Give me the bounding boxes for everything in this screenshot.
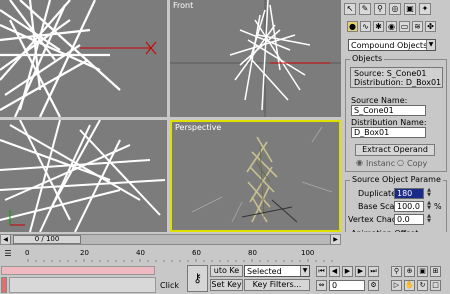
top-viewport[interactable] (0, 0, 167, 117)
hierarchy-tab-icon[interactable]: ⚲ (374, 3, 386, 15)
objects-rollout-title: Objects (350, 54, 385, 63)
time-slider-prev-icon[interactable]: ◀ (1, 235, 11, 244)
duplicates-field[interactable]: 180 (394, 188, 424, 199)
extract-operand-button[interactable]: Extract Operand (355, 144, 435, 156)
frame-counter: 0 / 100 (34, 235, 60, 243)
click-text: Click (160, 281, 180, 290)
source-name-field[interactable]: S_Cone01 (351, 105, 426, 116)
tick-label-0: 0 (25, 249, 30, 257)
time-config-icon[interactable]: ⚙ (368, 280, 379, 291)
source-name-label: Source Name: (351, 96, 408, 105)
maximize-viewport-icon[interactable]: □ (430, 280, 441, 291)
tick-label-20: 20 (80, 249, 89, 257)
set-key-button[interactable]: Set Key (210, 279, 243, 291)
create-tab-icon[interactable]: ↖ (344, 3, 356, 15)
source-params-title: Source Object Parame (350, 175, 443, 184)
selection-dropdown-value: Selected (247, 267, 282, 276)
percent-sign: % (434, 202, 442, 211)
track-bar[interactable]: ☰ 0 20 40 60 80 100 (0, 247, 341, 262)
helpers-icon[interactable]: ▭ (399, 21, 410, 32)
field-of-view-icon[interactable]: ▷ (391, 280, 402, 291)
tick-label-60: 60 (192, 249, 201, 257)
zoom-icon[interactable]: ⚲ (391, 266, 402, 277)
copy-label: Copy (407, 159, 428, 168)
command-panel: ↖ ✎ ⚲ ◎ ▣ ✦ ● ∿ ✱ ◉ ▭ ≋ ✤ Compound Objec… (341, 0, 450, 260)
front-viewport[interactable]: Front (170, 0, 341, 117)
zoom-extents-icon[interactable]: ▣ (417, 266, 428, 277)
utilities-tab-icon[interactable]: ✦ (419, 3, 431, 15)
spacewarps-icon[interactable]: ≋ (412, 21, 423, 32)
instance-radio[interactable]: ◉ (356, 158, 363, 167)
play-icon[interactable]: ▶ (342, 266, 353, 277)
duplicates-spinner[interactable]: ▲ ▼ (426, 188, 432, 199)
track-ruler (27, 259, 333, 262)
status-bar (0, 263, 156, 294)
maxscript-listener[interactable] (1, 277, 7, 293)
distribution-name-label: Distribution Name: (351, 118, 427, 127)
time-slider-next-icon[interactable]: ▶ (330, 235, 340, 244)
modify-tab-icon[interactable]: ✎ (359, 3, 371, 15)
zoom-extents-all-icon[interactable]: ⊞ (430, 266, 441, 277)
chevron-down-icon: ▼ (300, 266, 309, 276)
top-viewport-spikes (0, 0, 157, 117)
go-to-end-icon[interactable]: ⏭ (368, 266, 379, 277)
objects-rollout: Objects Source: S_Cone01 Distribution: D… (345, 54, 447, 172)
lights-icon[interactable]: ✱ (373, 21, 384, 32)
time-slider-thumb[interactable]: 0 / 100 (13, 235, 81, 244)
orbit-icon[interactable]: ↻ (417, 280, 428, 291)
base-scale-spinner[interactable]: ▲ ▼ (426, 201, 432, 212)
bottom-controls: ◀ 0 / 100 ▶ ☰ 0 20 40 60 80 100 Click ⚷ … (0, 232, 450, 294)
base-scale-field[interactable]: 100.0 (394, 201, 424, 212)
vertex-chaos-spinner[interactable]: ▲ ▼ (426, 214, 432, 225)
prompt-line (1, 266, 155, 275)
auto-key-button[interactable]: uto Ke (210, 265, 243, 277)
category-dropdown-value: Compound Objects (351, 41, 428, 50)
pan-icon[interactable]: ✋ (404, 280, 415, 291)
key-mode-icon[interactable]: ⇔ (316, 280, 327, 291)
previous-frame-icon[interactable]: ◀ (329, 266, 340, 277)
current-frame-field[interactable]: 0 (329, 280, 365, 291)
left-viewport-spikes (0, 120, 166, 232)
tick-label-80: 80 (248, 249, 257, 257)
status-line (9, 277, 156, 293)
perspective-viewport-spikes (191, 126, 333, 223)
key-lock-panel: Click (156, 263, 184, 294)
tick-label-100: 100 (301, 249, 315, 257)
chevron-down-icon: ▼ (426, 40, 435, 50)
cameras-icon[interactable]: ◉ (386, 21, 397, 32)
display-tab-icon[interactable]: ▣ (404, 3, 416, 15)
motion-tab-icon[interactable]: ◎ (389, 3, 401, 15)
vertex-chaos-field[interactable]: 0.0 (394, 214, 424, 225)
perspective-viewport[interactable]: Perspective (170, 120, 341, 232)
systems-icon[interactable]: ✤ (425, 21, 436, 32)
front-viewport-label: Front (173, 1, 194, 10)
set-key-icon-button[interactable]: ⚷ (187, 265, 208, 292)
distribution-name-field[interactable]: D_Box01 (351, 127, 426, 138)
tick-label-40: 40 (136, 249, 145, 257)
left-viewport[interactable] (0, 120, 167, 232)
selection-dropdown[interactable]: Selected ▼ (244, 265, 310, 277)
distribution-info-text: Distribution: D_Box01 (354, 78, 442, 87)
time-slider[interactable]: ◀ 0 / 100 ▶ (0, 234, 341, 245)
zoom-all-icon[interactable]: ⊕ (404, 266, 415, 277)
source-info-text: Source: S_Cone01 (354, 69, 427, 78)
geometry-icon[interactable]: ● (347, 21, 358, 32)
operand-info-box: Source: S_Cone01 Distribution: D_Box01 (350, 67, 443, 88)
front-viewport-spikes (170, 0, 341, 117)
go-to-start-icon[interactable]: ⏮ (316, 266, 327, 277)
perspective-viewport-label: Perspective (175, 123, 222, 132)
instance-label: Instanc (366, 159, 396, 168)
category-dropdown[interactable]: Compound Objects ▼ (348, 39, 436, 51)
copy-radio[interactable]: ○ (397, 158, 404, 167)
shapes-icon[interactable]: ∿ (360, 21, 371, 32)
key-filters-button[interactable]: Key Filters... (244, 279, 310, 291)
next-frame-icon[interactable]: ▶ (355, 266, 366, 277)
